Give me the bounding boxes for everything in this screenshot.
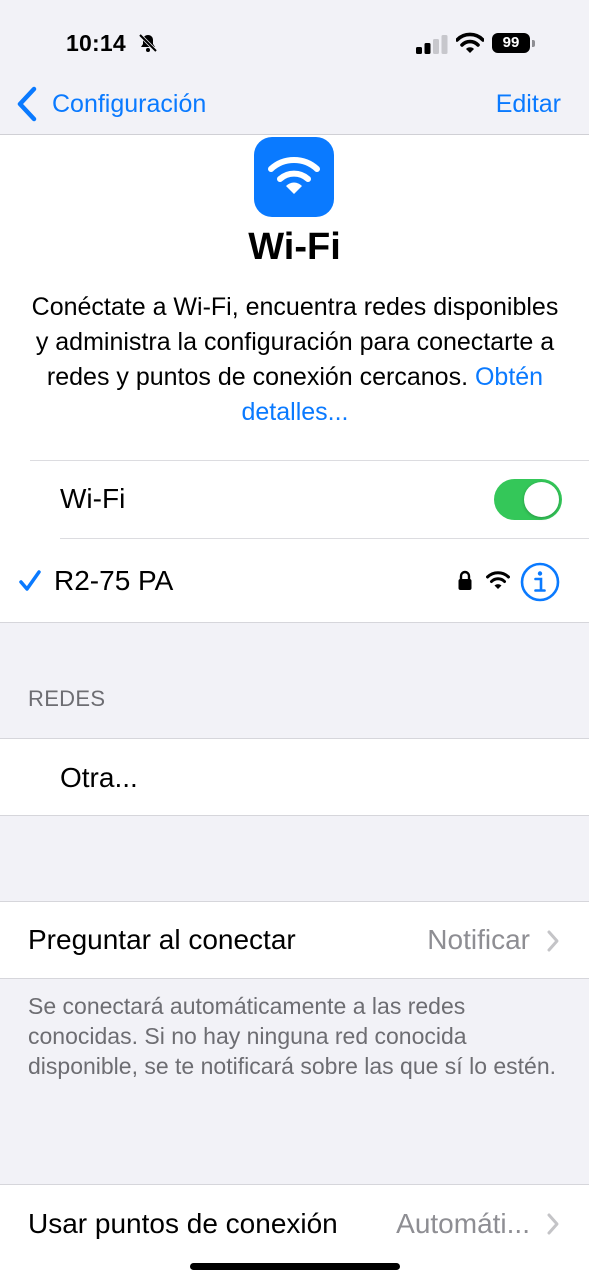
checkmark-icon [19, 570, 41, 591]
wifi-toggle-label: Wi-Fi [60, 483, 126, 514]
hotspot-label: Usar puntos de conexión [28, 1208, 338, 1239]
networks-section-header: REDES [28, 686, 106, 711]
lock-icon [458, 570, 472, 590]
separator [0, 815, 589, 816]
other-network-row[interactable]: Otra... [0, 739, 589, 815]
ask-to-join-label: Preguntar al conectar [28, 924, 296, 955]
chevron-right-icon [547, 1213, 559, 1235]
battery-nub [532, 40, 535, 47]
wifi-toggle[interactable] [494, 479, 562, 520]
back-button[interactable]: Configuración [16, 84, 206, 124]
wifi-signal-icon [486, 571, 510, 589]
wifi-icon [268, 157, 320, 194]
chevron-right-icon [547, 930, 559, 952]
wifi-description: Conéctate a Wi-Fi, encuentra redes dispo… [30, 290, 560, 430]
separator [0, 978, 589, 979]
back-label: Configuración [52, 89, 207, 118]
separator [60, 538, 589, 539]
wifi-status-icon [456, 32, 484, 53]
home-indicator[interactable] [190, 1263, 400, 1270]
info-icon[interactable] [520, 562, 560, 602]
cellular-signal-icon [416, 35, 448, 54]
ask-to-join-footer: Se conectará automáticamente a las redes… [28, 993, 557, 1079]
silent-bell-icon [138, 33, 158, 53]
separator [0, 622, 589, 623]
toggle-knob [524, 482, 559, 517]
battery-level: 99 [492, 33, 530, 53]
separator [30, 460, 589, 461]
connected-network-name[interactable]: R2-75 PA [54, 565, 173, 597]
battery-indicator: 99 [492, 33, 536, 53]
edit-button[interactable]: Editar [496, 84, 561, 124]
ask-to-join-row[interactable]: Preguntar al conectar Notificar [0, 902, 589, 978]
page-title: Wi-Fi [248, 226, 341, 268]
ask-to-join-value: Notificar [427, 924, 530, 955]
status-time: 10:14 [66, 30, 126, 56]
chevron-left-icon [17, 86, 37, 122]
hotspot-value: Automáti... [396, 1208, 530, 1239]
wifi-app-icon [254, 137, 334, 217]
other-network-label: Otra... [60, 762, 138, 793]
